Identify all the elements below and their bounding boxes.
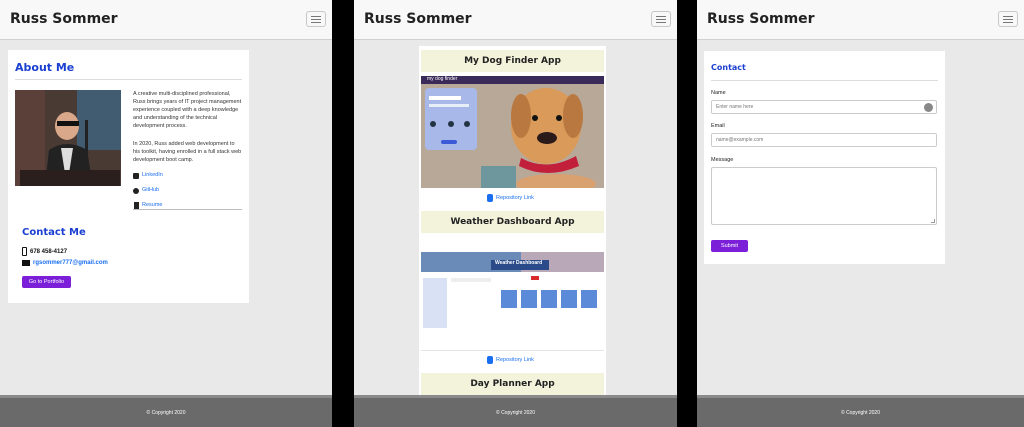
hamburger-icon-line	[311, 19, 321, 20]
brand-title[interactable]: Russ Sommer	[10, 11, 118, 27]
hamburger-icon-line	[656, 22, 666, 23]
phone-number: 678 458-4127	[30, 249, 68, 255]
navbar: Russ Sommer	[0, 0, 332, 40]
contact-panel: Russ Sommer Contact Name Enter name here…	[697, 0, 1024, 427]
footer: © Copyright 2020	[0, 395, 332, 427]
profile-photo-illustration	[15, 90, 121, 186]
divider	[711, 80, 938, 81]
divider	[15, 79, 242, 80]
contact-form-card: Contact Name Enter name here Email name@…	[704, 51, 945, 264]
hamburger-icon	[311, 16, 321, 17]
dog-finder-screenshot[interactable]: my dog finder	[421, 76, 604, 188]
name-label: Name	[711, 90, 726, 96]
weather-dashboard-screenshot[interactable]: Weather Dashboard	[421, 252, 604, 332]
phone-icon	[22, 247, 27, 256]
submit-button[interactable]: Submit	[711, 240, 748, 252]
dog-finder-logo: my dog finder	[427, 76, 458, 82]
hamburger-icon	[1003, 16, 1013, 17]
repo-link-label: Repository Link	[496, 195, 534, 201]
document-icon	[134, 202, 139, 209]
menu-toggle-button[interactable]	[998, 11, 1018, 27]
footer: © Copyright 2020	[354, 395, 677, 427]
brand-title[interactable]: Russ Sommer	[364, 11, 472, 27]
profile-photo	[15, 90, 121, 186]
app-title-dog-finder: My Dog Finder App	[421, 50, 604, 72]
name-field[interactable]: Enter name here	[711, 100, 937, 114]
contact-me-heading: Contact Me	[22, 227, 86, 238]
about-heading: About Me	[15, 61, 75, 74]
github-label: GitHub	[142, 187, 160, 193]
menu-toggle-button[interactable]	[651, 11, 671, 27]
message-textarea[interactable]	[711, 167, 937, 225]
email-placeholder: name@example.com	[716, 137, 764, 143]
envelope-icon	[22, 260, 30, 266]
database-icon	[487, 356, 493, 364]
github-icon	[133, 188, 139, 194]
autofill-icon	[924, 103, 933, 112]
hamburger-icon-line	[1003, 19, 1013, 20]
linkedin-label: LinkedIn	[142, 172, 163, 178]
footer: © Copyright 2020	[697, 395, 1024, 427]
linkedin-icon	[133, 173, 139, 179]
weather-dashboard-header: Weather Dashboard	[495, 260, 543, 266]
hamburger-icon-line	[311, 22, 321, 23]
copyright-text: © Copyright 2020	[496, 410, 535, 416]
resize-handle-icon[interactable]	[931, 219, 935, 223]
hamburger-icon-line	[656, 19, 666, 20]
navbar: Russ Sommer	[697, 0, 1024, 40]
menu-toggle-button[interactable]	[306, 11, 326, 27]
app-title-weather-dashboard: Weather Dashboard App	[421, 211, 604, 233]
portfolio-card: My Dog Finder App my dog finder Reposito…	[419, 46, 606, 398]
navbar: Russ Sommer	[354, 0, 677, 40]
divider	[421, 350, 604, 351]
about-panel: Russ Sommer About Me A creative multi-di…	[0, 0, 332, 427]
about-card: About Me A creative multi-disciplined pr…	[8, 50, 249, 303]
divider	[133, 209, 242, 210]
dog-photo-illustration	[421, 76, 604, 188]
email-address: rgsommer777@gmail.com	[33, 260, 108, 266]
screenshot-stage: Russ Sommer About Me A creative multi-di…	[0, 0, 1024, 427]
about-paragraph-2: In 2020, Russ added web development to h…	[133, 141, 242, 163]
database-icon	[487, 194, 493, 202]
copyright-text: © Copyright 2020	[146, 410, 186, 416]
copyright-text: © Copyright 2020	[841, 410, 880, 416]
message-label: Message	[711, 157, 734, 163]
portfolio-panel: Russ Sommer My Dog Finder App my dog fin…	[354, 0, 677, 427]
email-field[interactable]: name@example.com	[711, 133, 937, 147]
repo-link-label: Repository Link	[496, 357, 534, 363]
hamburger-icon	[656, 16, 666, 17]
resume-label: Resume	[142, 202, 163, 208]
name-placeholder: Enter name here	[716, 104, 754, 110]
brand-title[interactable]: Russ Sommer	[707, 11, 815, 27]
contact-heading: Contact	[711, 63, 746, 72]
about-paragraph-1: A creative multi-disciplined professiona…	[133, 91, 242, 129]
hamburger-icon-line	[1003, 22, 1013, 23]
go-to-portfolio-button[interactable]: Go to Portfolio	[22, 276, 71, 288]
email-label: Email	[711, 123, 725, 129]
app-title-day-planner: Day Planner App	[421, 373, 604, 395]
